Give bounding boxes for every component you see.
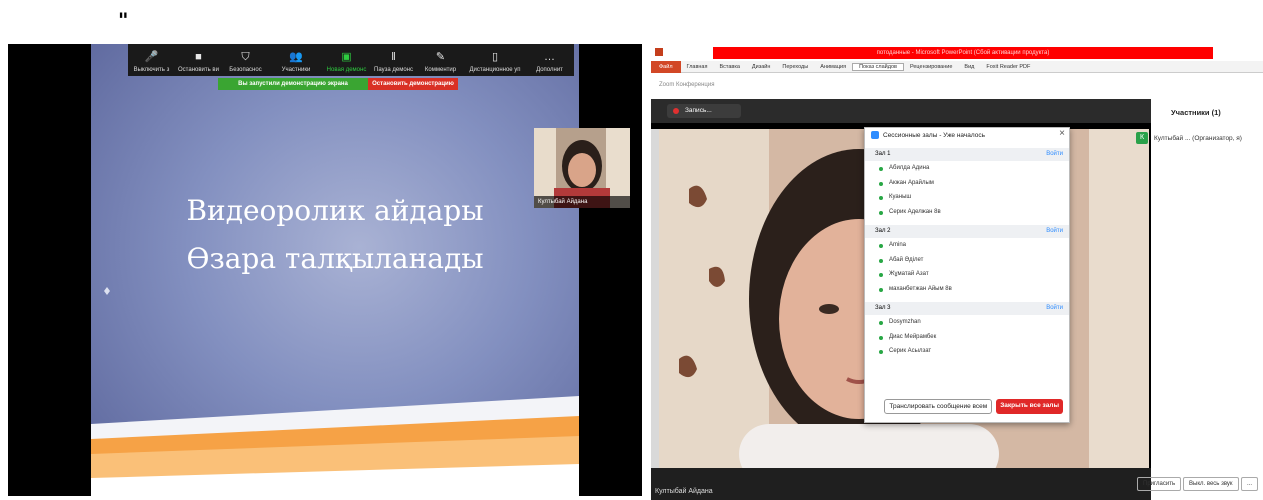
toolbar-button-microphone[interactable]: 🎤 Выключить з: [128, 44, 175, 76]
ribbon-tab[interactable]: Вид: [958, 64, 980, 70]
room-name: Зал 3: [875, 305, 891, 311]
room-name: Зал 2: [875, 228, 891, 234]
stop-share-label: Остановить демонстрацию: [372, 81, 454, 87]
breakout-room-header[interactable]: Зал 2 Войти: [865, 225, 1069, 238]
room-member: Серик Аделжан 8в: [865, 205, 1069, 220]
self-video-name: Култыбай Айдана: [534, 196, 630, 208]
room-member: Абай Әділет: [865, 253, 1069, 268]
room-name: Зал 1: [875, 151, 891, 157]
new-share-icon: ▣: [341, 51, 352, 63]
toolbar-label: Дистанционное уп: [469, 67, 521, 73]
pause-icon: ‖: [391, 51, 396, 63]
ribbon-tab[interactable]: Переходы: [776, 64, 814, 70]
ribbon-tab[interactable]: Показ слайдов: [852, 62, 904, 71]
breakout-room-list: Зал 1 Войти Абилда Адина Акжан Арайлым Куаны…: [865, 148, 1069, 359]
zoom-toolbar: 🎤 Выключить з ■ Остановить ви ⛉ Безопаснос 👥 Уч…: [128, 44, 574, 76]
share-notice-text: Вы запустили демонстрацию экрана: [238, 81, 348, 87]
toolbar-button-pen[interactable]: ✎ Комментир: [417, 44, 464, 76]
ppt-slide-strip: [651, 129, 659, 468]
share-notice: Вы запустили демонстрацию экрана: [218, 78, 368, 90]
toolbar-label: Дополнит: [536, 67, 563, 73]
room-member: Dosymzhan: [865, 315, 1069, 330]
left-screenshot: Видеоролик айдары Өзара талқыланады 🎤 Вык…: [8, 44, 642, 496]
right-screenshot: потоданные - Microsoft PowerPoint (Сбой …: [651, 44, 1263, 500]
toolbar-label: Выключить з: [133, 67, 170, 73]
toolbar-button-remote[interactable]: ▯ Дистанционное уп: [464, 44, 526, 76]
participant-name: Култыбай ... (Организатор, я): [1154, 134, 1242, 142]
ribbon-tab[interactable]: Рецензирование: [904, 64, 958, 70]
recording-button[interactable]: Запись...: [667, 104, 741, 118]
avatar: К: [1136, 132, 1148, 144]
slide-title-line2: Өзара талқыланады: [186, 242, 484, 275]
more-icon: …: [544, 51, 555, 63]
join-room-link[interactable]: Войти: [1046, 305, 1063, 311]
invite-button[interactable]: Пригласить: [1137, 477, 1182, 491]
self-video-thumbnail[interactable]: Култыбай Айдана: [534, 128, 630, 208]
room-member: Amina: [865, 238, 1069, 253]
room-member: Серик Асылзат: [865, 344, 1069, 359]
video-participant-name: Култыбай Айдана: [651, 468, 1151, 500]
ppt-window-title: потоданные - Microsoft PowerPoint (Сбой …: [713, 47, 1213, 59]
quote-mark: ": [118, 8, 129, 32]
close-all-rooms-button[interactable]: Закрыть все залы: [996, 399, 1063, 414]
camera-icon: ■: [195, 51, 202, 63]
breakout-rooms-dialog: Сессионные залы - Уже началось × Зал 1 Во…: [864, 127, 1070, 423]
toolbar-label: Комментир: [424, 67, 457, 73]
participants-icon: 👥: [289, 51, 303, 63]
room-member: Акжан Арайлым: [865, 176, 1069, 191]
toolbar-label: Пауза демонс: [374, 67, 413, 73]
toolbar-label: Участники: [281, 67, 311, 73]
broadcast-button[interactable]: Транслировать сообщение всем: [884, 399, 993, 414]
toolbar-label: Безопаснос: [229, 67, 262, 73]
powerpoint-titlebar: потоданные - Microsoft PowerPoint (Сбой …: [651, 44, 1263, 61]
mute-all-button[interactable]: Выкл. весь звук: [1183, 477, 1239, 491]
breakout-title: Сессионные залы - Уже началось: [865, 128, 1069, 142]
pen-icon: ✎: [435, 51, 446, 63]
microphone-icon: 🎤: [144, 51, 159, 63]
remote-icon: ▯: [491, 51, 499, 63]
ppt-quick-access: [655, 48, 663, 56]
room-member: маханбетжан Айым 8в: [865, 282, 1069, 297]
presentation-slide: Видеоролик айдары Өзара талқыланады: [91, 44, 579, 496]
room-member: Жұматай Азат: [865, 267, 1069, 282]
recording-bar: Запись...: [651, 99, 1151, 123]
toolbar-label: Остановить ви: [178, 67, 219, 73]
participants-title: Участники (1): [1171, 108, 1221, 117]
slide-title-line1: Видеоролик айдары: [186, 194, 484, 227]
join-room-link[interactable]: Войти: [1046, 151, 1063, 157]
ribbon-tab[interactable]: Файл: [651, 60, 681, 73]
ribbon-tab[interactable]: Дизайн: [746, 64, 777, 70]
breakout-room-header[interactable]: Зал 1 Войти: [865, 148, 1069, 161]
ppt-ribbon-tabs: Файл Главная Вставка Дизайн Переходы Анимация…: [651, 60, 1263, 73]
breakout-room-header[interactable]: Зал 3 Войти: [865, 302, 1069, 315]
toolbar-button-shield[interactable]: ⛉ Безопаснос: [222, 44, 269, 76]
stop-share-button[interactable]: Остановить демонстрацию: [368, 78, 458, 90]
shield-icon: ⛉: [241, 51, 250, 63]
toolbar-button-pause[interactable]: ‖ Пауза демонс: [370, 44, 417, 76]
ribbon-tab[interactable]: Главная: [681, 64, 714, 70]
close-icon[interactable]: ×: [1059, 128, 1065, 139]
toolbar-button-participants[interactable]: 👥 Участники: [269, 44, 323, 76]
ribbon-tab[interactable]: Вставка: [713, 64, 745, 70]
toolbar-button-new-share[interactable]: ▣ Новая демонс: [323, 44, 370, 76]
ribbon-tab[interactable]: Foxit Reader PDF: [980, 64, 1036, 70]
zoom-window-title: Zoom Конференция: [659, 82, 715, 88]
toolbar-button-camera[interactable]: ■ Остановить ви: [175, 44, 222, 76]
more-options-button[interactable]: ...: [1241, 477, 1259, 491]
room-member: Диас Мейрамбек: [865, 330, 1069, 345]
toolbar-label: Новая демонс: [326, 67, 367, 73]
join-room-link[interactable]: Войти: [1046, 228, 1063, 234]
room-member: Абилда Адина: [865, 161, 1069, 176]
ribbon-tab[interactable]: Анимация: [814, 64, 852, 70]
room-member: Куаныш: [865, 190, 1069, 205]
participant-row[interactable]: К Култыбай ... (Организатор, я): [1136, 131, 1242, 145]
toolbar-button-more[interactable]: … Дополнит: [526, 44, 573, 76]
